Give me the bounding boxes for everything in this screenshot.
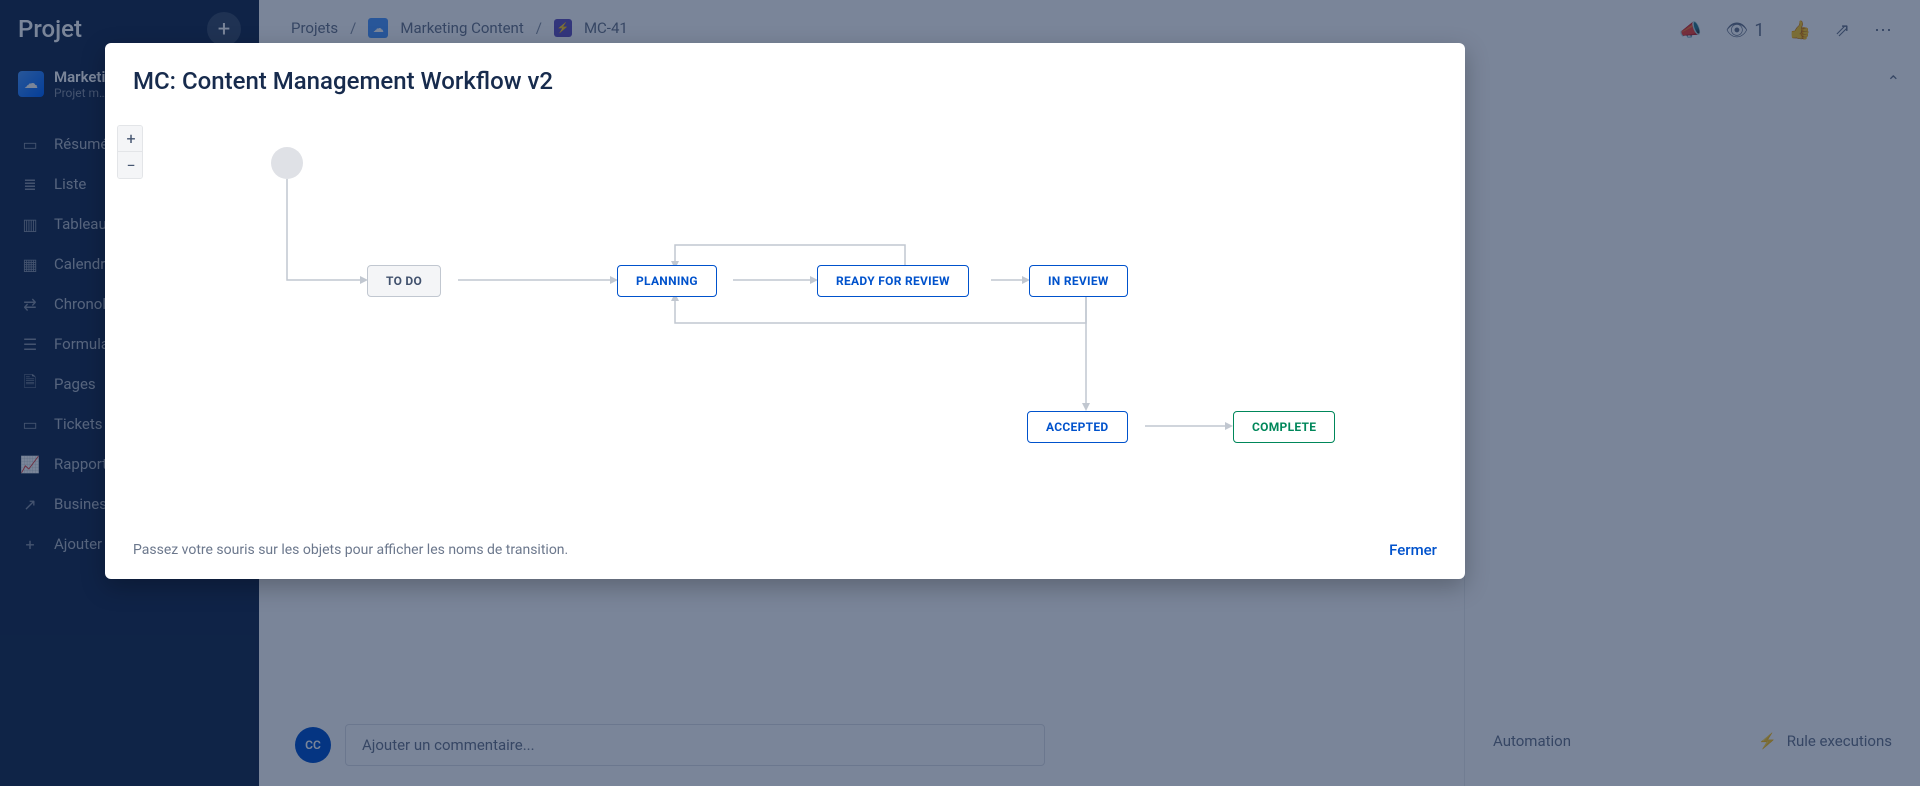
workflow-start-node[interactable] xyxy=(271,147,303,179)
modal-title: MC: Content Management Workflow v2 xyxy=(105,43,1465,103)
zoom-in-button[interactable]: + xyxy=(118,126,143,152)
workflow-node-inreview[interactable]: IN REVIEW xyxy=(1029,265,1128,297)
workflow-node-complete[interactable]: COMPLETE xyxy=(1233,411,1335,443)
modal-hint: Passez votre souris sur les objets pour … xyxy=(133,542,568,558)
workflow-node-todo[interactable]: TO DO xyxy=(367,265,441,297)
workflow-node-ready[interactable]: READY FOR REVIEW xyxy=(817,265,969,297)
workflow-diagram[interactable]: + − xyxy=(105,103,1465,525)
zoom-out-button[interactable]: − xyxy=(118,152,143,178)
modal-footer: Passez votre souris sur les objets pour … xyxy=(105,525,1465,579)
workflow-node-planning[interactable]: PLANNING xyxy=(617,265,717,297)
modal-close-button[interactable]: Fermer xyxy=(1389,541,1437,559)
zoom-controls: + − xyxy=(117,125,143,179)
workflow-arrows xyxy=(105,103,1465,525)
workflow-modal: MC: Content Management Workflow v2 + − xyxy=(105,43,1465,579)
workflow-node-accepted[interactable]: ACCEPTED xyxy=(1027,411,1128,443)
